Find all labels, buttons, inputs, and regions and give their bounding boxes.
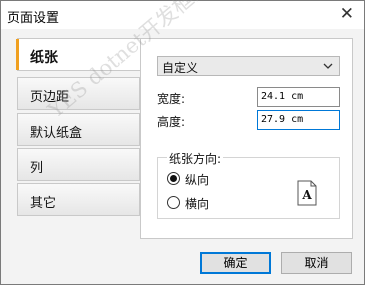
ok-button[interactable]: 确定 <box>200 252 271 274</box>
tab-other[interactable]: 其它 <box>17 183 140 216</box>
portrait-radio[interactable] <box>167 172 180 185</box>
height-label: 高度: <box>157 115 186 129</box>
window-title: 页面设置 <box>7 11 60 26</box>
tab-label: 纸张 <box>30 50 58 66</box>
paper-size-select[interactable]: 自定义 <box>157 56 340 76</box>
orientation-label: 纸张方向: <box>167 150 224 167</box>
chevron-down-icon <box>323 63 333 69</box>
tab-margins[interactable]: 页边距 <box>17 77 140 110</box>
paper-settings-panel: 自定义 宽度: 24.1 cm 高度: 27.9 cm 纸张方向: 纵向 横向 … <box>140 38 353 239</box>
height-value: 27.9 cm <box>261 114 304 125</box>
close-icon[interactable]: ✕ <box>340 4 354 24</box>
height-input[interactable]: 27.9 cm <box>257 110 340 130</box>
page-portrait-icon: A <box>297 180 317 206</box>
portrait-label: 纵向 <box>185 173 210 187</box>
cancel-button[interactable]: 取消 <box>281 252 352 274</box>
tab-label: 页边距 <box>30 90 70 105</box>
paper-size-value: 自定义 <box>162 61 199 75</box>
tab-label: 其它 <box>30 196 57 211</box>
title-bar: 页面设置 ✕ <box>1 1 364 29</box>
width-value: 24.1 cm <box>261 91 304 102</box>
tab-label: 默认纸盒 <box>30 126 83 141</box>
page-letter: A <box>301 188 312 202</box>
page-setup-dialog: 页面设置 ✕ 纸张 页边距 默认纸盒 列 其它 自定义 宽度: 24.1 cm … <box>0 0 365 285</box>
tab-paper[interactable]: 纸张 <box>16 38 140 71</box>
tab-label: 列 <box>30 161 44 176</box>
width-input[interactable]: 24.1 cm <box>257 87 340 107</box>
tab-default-tray[interactable]: 默认纸盒 <box>17 113 140 146</box>
landscape-radio[interactable] <box>167 196 180 209</box>
landscape-label: 横向 <box>185 197 210 211</box>
width-label: 宽度: <box>157 92 186 106</box>
tab-columns[interactable]: 列 <box>17 148 140 181</box>
